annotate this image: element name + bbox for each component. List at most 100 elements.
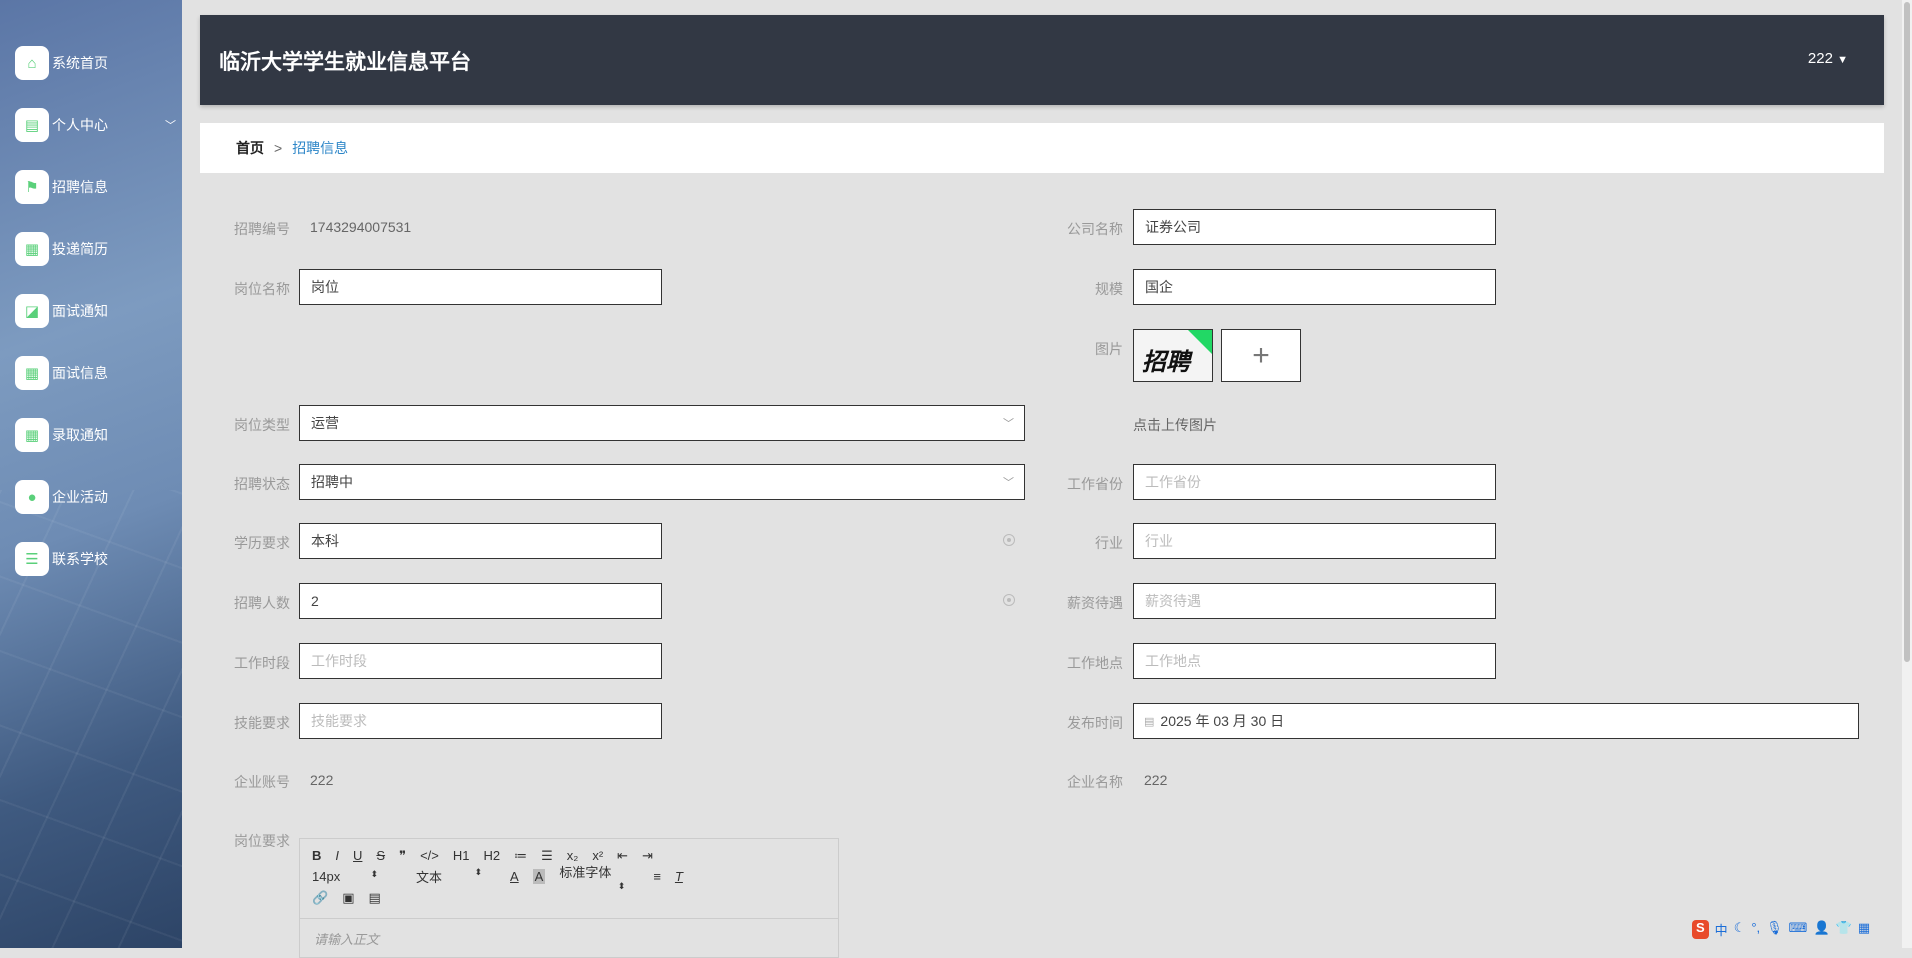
scrollbar[interactable]	[1902, 0, 1912, 948]
strike-icon[interactable]: S	[376, 848, 385, 863]
job-no-value: 1743294007531	[310, 219, 412, 235]
add-image-button[interactable]: +	[1221, 329, 1301, 382]
image-logo-text: 招聘	[1142, 347, 1190, 376]
image-icon[interactable]: ▣	[342, 890, 354, 906]
format-select[interactable]: 文本 ⬍	[416, 867, 496, 886]
industry-input[interactable]: 行业	[1133, 523, 1496, 559]
sidebar-item-6[interactable]: ▦ 录取通知	[15, 417, 108, 453]
mic-icon[interactable]: 🎙	[1766, 920, 1783, 939]
keyboard-icon[interactable]: ⌨	[1789, 920, 1808, 939]
caret-down-icon: ▼	[1837, 54, 1848, 66]
text-color-icon[interactable]: A	[510, 869, 519, 884]
italic-icon[interactable]: I	[335, 848, 339, 863]
label-location: 工作地点	[1067, 655, 1123, 671]
bullet-list-icon[interactable]: ☰	[541, 848, 553, 864]
job-type-select[interactable]: 运营 ﹀	[299, 405, 1025, 441]
sidebar-item-4[interactable]: ◪ 面试通知	[15, 293, 108, 329]
sidebar-item-label: 投递简历	[52, 241, 108, 257]
grid-icon[interactable]: ▦	[1858, 920, 1870, 939]
id-card-icon: ▤	[15, 108, 49, 142]
sogou-logo-icon[interactable]: S	[1692, 920, 1709, 939]
breadcrumb-home[interactable]: 首页	[236, 138, 264, 158]
ime-toolbar: S 中 ☾ °, 🎙 ⌨ 👤 👕 ▦	[1692, 920, 1870, 939]
publish-date-input[interactable]: ▤ 2025 年 03 月 30 日	[1133, 703, 1859, 739]
h1-icon[interactable]: H1	[453, 848, 470, 863]
sidebar-item-0[interactable]: ⌂ 系统首页	[15, 45, 108, 81]
shirt-icon[interactable]: 👕	[1836, 920, 1852, 939]
position-input[interactable]: 岗位	[299, 269, 662, 305]
bold-icon[interactable]: B	[312, 848, 321, 863]
font-family-value: 标准字体	[559, 864, 612, 880]
company-input[interactable]: 证券公司	[1133, 209, 1496, 245]
sidebar-item-label: 面试信息	[52, 365, 108, 381]
radio-icon[interactable]	[1003, 594, 1015, 606]
breadcrumb-separator: >	[274, 140, 283, 156]
salary-input[interactable]: 薪资待遇	[1133, 583, 1496, 619]
radio-icon[interactable]	[1003, 534, 1015, 546]
label-account: 企业账号	[234, 774, 290, 790]
status-value: 招聘中	[311, 474, 353, 490]
label-hours: 工作时段	[234, 655, 290, 671]
skills-input[interactable]: 技能要求	[299, 703, 662, 739]
label-company-name: 企业名称	[1067, 774, 1123, 790]
headcount-input[interactable]: 2	[299, 583, 662, 619]
rich-text-editor: B I U S ❞ </> H1 H2 ≔ ☰ x₂ x² ⇤ ⇥ 14px ⬍ 文本 ⬍ A A 标准字…	[299, 838, 839, 958]
label-education: 学历要求	[234, 535, 290, 551]
font-family-select[interactable]: 标准字体 ⬍	[559, 862, 639, 892]
video-icon[interactable]: ▤	[368, 890, 380, 906]
education-input[interactable]: 本科	[299, 523, 662, 559]
company-name-value: 222	[1144, 772, 1168, 788]
hours-input[interactable]: 工作时段	[299, 643, 662, 679]
grid-icon: ▦	[15, 356, 49, 390]
sidebar-item-8[interactable]: ☰ 联系学校	[15, 541, 108, 577]
user-icon[interactable]: 👤	[1813, 920, 1829, 939]
font-size-select[interactable]: 14px ⬍	[312, 869, 392, 884]
scrollbar-thumb[interactable]	[1904, 2, 1910, 662]
breadcrumb-current: 招聘信息	[292, 140, 349, 156]
clear-format-icon[interactable]: T	[675, 869, 683, 884]
status-select[interactable]: 招聘中 ﹀	[299, 464, 1025, 500]
punctuation-icon[interactable]: °,	[1751, 920, 1760, 939]
link-icon[interactable]: 🔗	[312, 890, 328, 906]
sidebar-item-3[interactable]: ▦ 投递简历	[15, 231, 108, 267]
scale-input[interactable]: 国企	[1133, 269, 1496, 305]
underline-icon[interactable]: U	[353, 848, 362, 863]
province-input[interactable]: 工作省份	[1133, 464, 1496, 500]
sidebar-item-label: 个人中心	[52, 117, 108, 133]
blockquote-icon[interactable]: ❞	[399, 848, 406, 864]
grid-icon: ▦	[15, 418, 49, 452]
chevron-down-icon: ﹀	[165, 120, 176, 132]
updown-icon: ⬍	[370, 869, 378, 879]
background-color-icon[interactable]: A	[532, 869, 546, 884]
sidebar-item-7[interactable]: ● 企业活动	[15, 479, 108, 515]
moon-icon[interactable]: ☾	[1734, 920, 1746, 939]
sidebar-item-2[interactable]: ⚑ 招聘信息	[15, 169, 108, 205]
breadcrumb: 首页 > 招聘信息	[200, 123, 1884, 173]
sidebar-item-label: 联系学校	[52, 551, 108, 567]
ordered-list-icon[interactable]: ≔	[514, 848, 527, 864]
sidebar-item-label: 录取通知	[52, 427, 108, 443]
editor-body[interactable]: 请输入正文	[300, 919, 838, 958]
label-company: 公司名称	[1067, 221, 1123, 237]
sidebar-item-1[interactable]: ▤ 个人中心 ﹀	[15, 107, 176, 143]
updown-icon: ⬍	[617, 880, 626, 891]
updown-icon: ⬍	[474, 867, 482, 877]
indent-icon[interactable]: ⇥	[642, 848, 653, 864]
sidebar-item-label: 企业活动	[52, 489, 108, 505]
h2-icon[interactable]: H2	[484, 848, 501, 863]
user-menu[interactable]: 222 ▼	[1808, 50, 1848, 67]
uploaded-image[interactable]: 招聘	[1133, 329, 1213, 382]
grid-icon: ▦	[15, 232, 49, 266]
label-headcount: 招聘人数	[234, 595, 290, 611]
location-input[interactable]: 工作地点	[1133, 643, 1496, 679]
align-icon[interactable]: ≡	[653, 869, 661, 884]
label-status: 招聘状态	[234, 476, 290, 492]
chevron-down-icon: ﹀	[1003, 477, 1014, 489]
sidebar-item-5[interactable]: ▦ 面试信息	[15, 355, 108, 391]
ime-chinese-icon[interactable]: 中	[1715, 920, 1728, 939]
code-icon[interactable]: </>	[420, 848, 439, 863]
chart-icon: ◪	[15, 294, 49, 328]
calendar-icon: ▤	[1144, 715, 1155, 728]
label-image: 图片	[1095, 341, 1123, 357]
label-job-no: 招聘编号	[234, 221, 290, 237]
